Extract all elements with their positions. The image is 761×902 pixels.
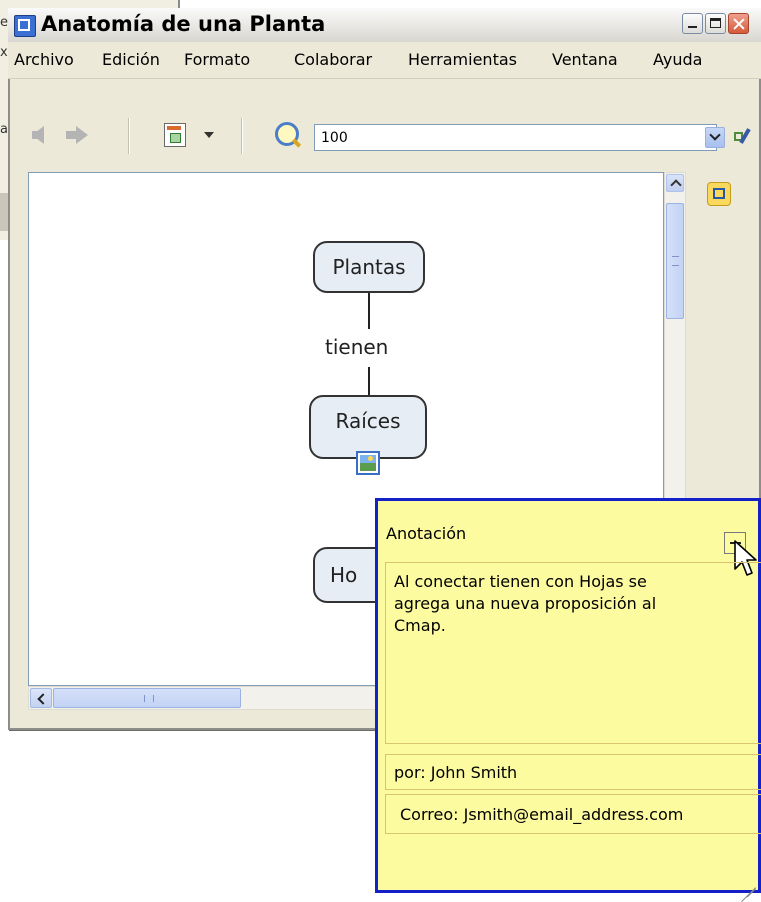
title-bar[interactable]: Anatomía de una Planta xyxy=(8,8,761,43)
link-line xyxy=(368,293,370,329)
zoom-dropdown-button[interactable] xyxy=(705,127,725,148)
scroll-up-arrow-icon[interactable] xyxy=(666,174,684,192)
forward-arrow-icon[interactable] xyxy=(66,126,88,144)
edit-mode-icon[interactable] xyxy=(732,126,752,146)
menu-edicion[interactable]: Edición xyxy=(102,50,160,69)
menu-archivo[interactable]: Archivo xyxy=(14,50,74,69)
menu-formato[interactable]: Formato xyxy=(184,50,250,69)
annotation-text[interactable]: Al conectar tienen con Hojas se agrega u… xyxy=(385,562,761,744)
annotation-note[interactable]: Anotación Al conectar tienen con Hojas s… xyxy=(375,498,761,893)
menu-bar: Archivo Edición Formato Colaborar Herram… xyxy=(8,42,761,79)
resize-grip-icon[interactable] xyxy=(740,872,756,888)
menu-ayuda[interactable]: Ayuda xyxy=(653,50,702,69)
annotation-email: Correo: Jsmith@email_address.com xyxy=(385,794,761,834)
concept-map-icon[interactable] xyxy=(707,182,731,206)
vertical-scroll-thumb[interactable] xyxy=(666,203,684,319)
close-button[interactable] xyxy=(728,13,749,34)
menu-herramientas[interactable]: Herramientas xyxy=(408,50,517,69)
concept-plantas[interactable]: Plantas xyxy=(313,241,425,293)
toolbar-separator xyxy=(128,118,130,154)
horizontal-scroll-thumb[interactable] xyxy=(53,688,241,708)
zoom-input[interactable] xyxy=(314,124,717,151)
concept-raices[interactable]: Raíces xyxy=(309,395,427,459)
view-options-icon[interactable] xyxy=(164,123,186,147)
menu-colaborar[interactable]: Colaborar xyxy=(294,50,372,69)
annotation-title: Anotación xyxy=(386,524,467,543)
image-resource-icon[interactable] xyxy=(356,451,380,475)
scroll-left-arrow-icon[interactable] xyxy=(30,688,52,708)
toolbar xyxy=(8,78,761,172)
maximize-button[interactable] xyxy=(705,13,726,34)
cmap-app-icon xyxy=(14,15,36,37)
annotation-author: por: John Smith xyxy=(385,754,761,790)
background-text-fragment: a xyxy=(0,122,8,137)
menu-ventana[interactable]: Ventana xyxy=(552,50,618,69)
chevron-down-icon[interactable] xyxy=(204,132,214,138)
background-text-fragment: x xyxy=(0,45,8,60)
linking-phrase-tienen[interactable]: tienen xyxy=(325,335,388,359)
zoom-in-icon[interactable] xyxy=(275,122,299,146)
window-title: Anatomía de una Planta xyxy=(41,12,326,36)
minimize-button[interactable] xyxy=(682,13,703,34)
back-arrow-icon[interactable] xyxy=(32,126,44,144)
link-line xyxy=(368,367,370,397)
toolbar-separator xyxy=(241,118,243,154)
